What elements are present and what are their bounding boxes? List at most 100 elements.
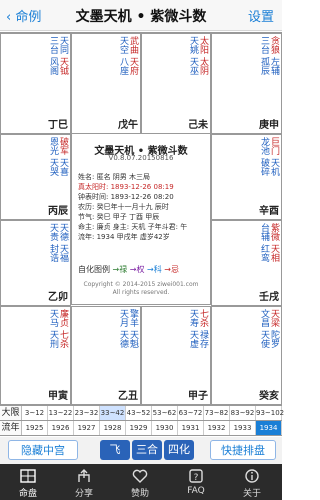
palace-cell[interactable]: 太阳 太阴 天姚 天巫 己未 bbox=[141, 33, 211, 134]
liunian-label: 流年 bbox=[0, 421, 22, 435]
daxian-segment[interactable]: 83~92 bbox=[230, 406, 256, 420]
daxian-segment[interactable]: 73~82 bbox=[204, 406, 230, 420]
info-icon bbox=[245, 469, 259, 483]
palace-cell[interactable]: 巨门 天机 龙池 破碎 辛酉 bbox=[211, 134, 282, 220]
version-text: V0.8.07.20150816 bbox=[108, 154, 174, 162]
liunian-year[interactable]: 1931 bbox=[178, 421, 204, 435]
palace-cell[interactable]: 天同 天钺 三台 风阁 丁巳 bbox=[0, 33, 71, 134]
info-line: 真太阳时: 1893-12-26 08:19 bbox=[78, 183, 174, 191]
tab-label: 关于 bbox=[242, 489, 261, 499]
info-line: 姓名: 匿名 阴男 木三局 bbox=[78, 173, 151, 181]
palace-cell[interactable]: 天德 天福 天贵 封诰 乙卯 bbox=[0, 220, 71, 306]
palace-cell[interactable]: 破军 天喜 恩光 天哭 丙辰 bbox=[0, 134, 71, 220]
center-info-panel: 文墨天机 • 紫微斗数 V0.8.07.20150816 姓名: 匿名 阴男 木… bbox=[71, 133, 211, 305]
tab-faq[interactable]: ? FAQ bbox=[168, 464, 224, 500]
star-list: 擎羊 天魁 天月 天德 bbox=[118, 309, 138, 348]
legend-label: 自化图例 bbox=[78, 265, 110, 274]
legend-lu: →禄 bbox=[112, 265, 128, 274]
quick-chart-button[interactable]: 快捷排盘 bbox=[210, 440, 276, 460]
info-line: 农历: 癸巳年十一月十九 辰时 bbox=[78, 203, 169, 211]
copyright: Copyright © 2014-2015 ziwei001.com All r… bbox=[83, 281, 199, 296]
daxian-segment[interactable]: 33~42 bbox=[100, 406, 126, 420]
info-line: 命主: 廉贞 身主: 天机 子年斗君: 午 bbox=[78, 223, 188, 231]
hide-center-button[interactable]: 隐藏中宫 bbox=[8, 440, 78, 460]
sihua-button[interactable]: 四化 bbox=[164, 440, 194, 460]
tab-label: FAQ bbox=[187, 486, 205, 496]
palace-label: 癸亥 bbox=[259, 391, 279, 402]
daxian-segment[interactable]: 23~32 bbox=[74, 406, 100, 420]
liunian-year[interactable]: 1930 bbox=[152, 421, 178, 435]
tab-about[interactable]: 关于 bbox=[224, 464, 280, 500]
liunian-year[interactable]: 1926 bbox=[48, 421, 74, 435]
star-list: 破军 天喜 恩光 天哭 bbox=[48, 137, 68, 176]
liunian-year[interactable]: 1928 bbox=[100, 421, 126, 435]
chart-grid-icon bbox=[20, 469, 36, 483]
sihua-legend: 自化图例 →禄 →权 →科 →忌 bbox=[78, 264, 179, 275]
palace-label: 甲子 bbox=[188, 391, 208, 402]
fly-button[interactable]: 飞 bbox=[100, 440, 130, 460]
tab-label: 赞助 bbox=[130, 489, 149, 499]
palace-cell[interactable]: 七杀 禄存 天寿 天虚 甲子 bbox=[141, 306, 211, 405]
legend-ke: →科 bbox=[147, 265, 162, 274]
daxian-segment[interactable]: 3~12 bbox=[22, 406, 48, 420]
liunian-year[interactable]: 1925 bbox=[22, 421, 48, 435]
tab-share[interactable]: 分享 bbox=[56, 464, 112, 500]
birth-info: 姓名: 匿名 阴男 木三局 真太阳时: 1893-12-26 08:19 钟表时… bbox=[78, 172, 187, 242]
faq-icon: ? bbox=[189, 469, 203, 483]
palace-cell[interactable]: 擎羊 天魁 天月 天德 乙丑 bbox=[71, 306, 141, 405]
tab-chart[interactable]: 命盘 bbox=[0, 464, 56, 500]
palace-label: 丁巳 bbox=[48, 120, 68, 131]
star-list: 巨门 天机 龙池 破碎 bbox=[259, 137, 279, 176]
palace-label: 戊午 bbox=[118, 120, 138, 131]
daxian-segment[interactable]: 63~72 bbox=[178, 406, 204, 420]
palace-cell[interactable]: 贪狼 左辅 三台 孤辰 庚申 bbox=[211, 33, 282, 134]
liunian-year[interactable]: 1927 bbox=[74, 421, 100, 435]
legend-quan: →权 bbox=[129, 265, 145, 274]
page-title: 文墨天机 • 紫微斗数 bbox=[75, 9, 207, 25]
daxian-segment[interactable]: 13~22 bbox=[48, 406, 74, 420]
legend-ji: →忌 bbox=[164, 265, 179, 274]
palace-label: 辛酉 bbox=[259, 206, 279, 217]
star-list: 廉贞 七杀 天马 天刑 bbox=[48, 309, 68, 348]
heart-icon bbox=[132, 469, 148, 483]
palace-label: 乙丑 bbox=[118, 391, 138, 402]
info-line: 节气: 癸巳 甲子 丁酉 甲辰 bbox=[78, 213, 160, 221]
palace-label: 乙卯 bbox=[48, 292, 68, 303]
star-list: 太阳 太阴 天姚 天巫 bbox=[188, 36, 208, 75]
sanhe-button[interactable]: 三合 bbox=[132, 440, 162, 460]
daxian-segment[interactable]: 43~52 bbox=[126, 406, 152, 420]
palace-cell[interactable]: 武曲 天府 天空 八座 戊午 bbox=[71, 33, 141, 134]
share-icon bbox=[78, 469, 90, 482]
settings-button[interactable]: 设置 bbox=[248, 6, 274, 25]
liunian-year[interactable]: 1929 bbox=[126, 421, 152, 435]
star-list: 武曲 天府 天空 八座 bbox=[118, 36, 138, 75]
action-bar: 隐藏中宫 飞 三合 四化 快捷排盘 bbox=[0, 437, 282, 464]
tab-bar: 命盘 分享 赞助 ? FAQ 关于 bbox=[0, 464, 282, 500]
liunian-year[interactable]: 1932 bbox=[204, 421, 230, 435]
star-list: 天梁 陀罗 文昌 天使 bbox=[259, 309, 279, 348]
palace-cell[interactable]: 紫微 天相 台辅 红鸾 壬戌 bbox=[211, 220, 282, 306]
palace-cell[interactable]: 廉贞 七杀 天马 天刑 甲寅 bbox=[0, 306, 71, 405]
svg-text:?: ? bbox=[194, 473, 199, 483]
navigation-bar: ‹ 命例 文墨天机 • 紫微斗数 设置 bbox=[0, 0, 282, 31]
daxian-segment[interactable]: 53~62 bbox=[152, 406, 178, 420]
star-list: 天同 天钺 三台 风阁 bbox=[48, 36, 68, 75]
palace-label: 己未 bbox=[188, 120, 208, 131]
tab-donate[interactable]: 赞助 bbox=[112, 464, 168, 500]
liunian-row: 流年 1925 1926 1927 1928 1929 1930 1931 19… bbox=[0, 421, 282, 436]
star-list: 七杀 禄存 天寿 天虚 bbox=[188, 309, 208, 348]
palace-label: 丙辰 bbox=[48, 206, 68, 217]
palace-label: 壬戌 bbox=[259, 292, 279, 303]
daxian-label: 大限 bbox=[0, 406, 22, 420]
star-list: 天德 天福 天贵 封诰 bbox=[48, 223, 68, 262]
liunian-year[interactable]: 1934 bbox=[256, 421, 282, 435]
star-list: 贪狼 左辅 三台 孤辰 bbox=[259, 36, 279, 75]
tab-label: 命盘 bbox=[18, 489, 37, 499]
daxian-row: 大限 3~12 13~22 23~32 33~42 43~52 53~62 63… bbox=[0, 405, 284, 421]
liunian-year[interactable]: 1933 bbox=[230, 421, 256, 435]
palace-label: 甲寅 bbox=[48, 391, 68, 402]
info-line: 钟表时间: 1893-12-26 08:20 bbox=[78, 193, 174, 201]
palace-cell[interactable]: 天梁 陀罗 文昌 天使 癸亥 bbox=[211, 306, 282, 405]
info-line: 流年: 1934 甲戌年 虚岁42岁 bbox=[78, 233, 170, 241]
daxian-segment[interactable]: 93~102 bbox=[256, 406, 284, 420]
